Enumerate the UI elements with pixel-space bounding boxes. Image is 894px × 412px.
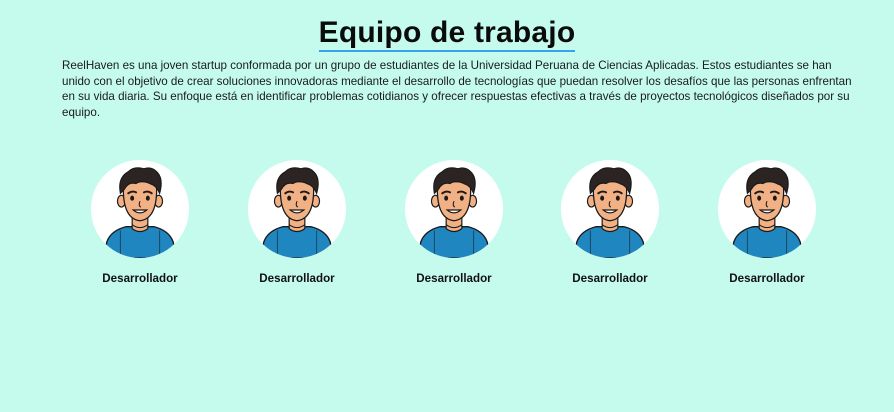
team-member-card: Desarrollador xyxy=(550,160,670,286)
team-member-card: Desarrollador xyxy=(394,160,514,286)
developer-avatar-icon xyxy=(718,160,816,258)
developer-avatar-icon xyxy=(248,160,346,258)
team-member-card: Desarrollador xyxy=(237,160,357,286)
developer-avatar-icon xyxy=(561,160,659,258)
developer-avatar-icon xyxy=(405,160,503,258)
team-page: Equipo de trabajo ReelHaven es una joven… xyxy=(0,0,894,412)
member-role: Desarrollador xyxy=(102,272,178,285)
member-role: Desarrollador xyxy=(729,272,805,285)
intro-paragraph: ReelHaven es una joven startup conformad… xyxy=(62,59,852,119)
team-grid: Desarrollador Desarrollador Desarrollado… xyxy=(0,160,894,300)
developer-avatar-icon xyxy=(91,160,189,258)
member-role: Desarrollador xyxy=(259,272,335,285)
page-title: Equipo de trabajo xyxy=(318,16,576,52)
member-role: Desarrollador xyxy=(572,272,648,285)
member-role: Desarrollador xyxy=(416,272,492,285)
title-wrapper: Equipo de trabajo xyxy=(0,16,894,52)
team-member-card: Desarrollador xyxy=(707,160,827,286)
team-member-card: Desarrollador xyxy=(80,160,200,286)
